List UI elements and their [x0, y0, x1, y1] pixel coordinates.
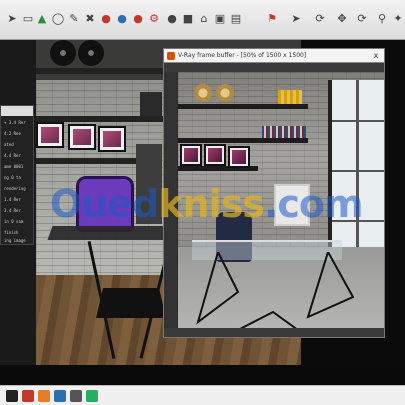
material-icon[interactable]: ● [116, 12, 128, 25]
move-icon[interactable]: ✥ [336, 12, 348, 25]
camera-icon[interactable]: ■ [182, 12, 194, 25]
log-line: ng 0 ta [4, 175, 21, 180]
watermark-part: Oued [50, 182, 159, 226]
render-picture-frame [204, 144, 226, 166]
render-picture-frame [228, 146, 250, 168]
flag-icon[interactable]: ⚑ [266, 12, 278, 25]
decorative-plate [194, 84, 212, 102]
shelf-box [140, 92, 162, 116]
render-picture-frame [180, 144, 202, 166]
scissors-icon[interactable]: ✖ [84, 12, 96, 25]
log-line: 4.4 Rer [4, 153, 21, 158]
zoom-icon[interactable]: ⚲ [376, 12, 388, 25]
log-line: finish [4, 230, 19, 235]
watermark-part: kniss [158, 182, 265, 226]
vinyl-record [50, 40, 76, 66]
light-icon[interactable]: ● [166, 12, 178, 25]
render-shelf [178, 138, 308, 143]
folder-icon[interactable]: ▤ [230, 12, 242, 25]
window-icon[interactable]: ▣ [214, 12, 226, 25]
log-line: ated [4, 142, 14, 147]
log-line: 1.4 Rer [4, 197, 21, 202]
screen: ➤ ▭ ▲ ◯ ✎ ✖ ● ● ● ⚙ ● ■ ⌂ ▣ ▤ ⚑ ➤ ⟳ ✥ ⟳ … [0, 0, 405, 405]
render-desk-legs [196, 252, 355, 330]
app-icon[interactable] [22, 390, 34, 402]
log-line: 3.4 Rer [4, 208, 21, 213]
pencil-icon[interactable]: ✎ [68, 12, 80, 25]
watermark: Ouedkniss.com [50, 182, 364, 226]
tape-measure-icon[interactable]: ◯ [52, 12, 64, 25]
render-log-panel[interactable]: + 3.4 Rer 4.2 Ree ated 4.4 Rer ame 0001 … [0, 105, 34, 245]
log-line: 4.2 Ree [4, 131, 21, 136]
render-icon[interactable]: ● [100, 12, 112, 25]
pan-icon[interactable]: ✦ [392, 12, 404, 25]
picture-frame [68, 124, 96, 150]
teapot-icon[interactable]: ● [132, 12, 144, 25]
books [262, 126, 306, 138]
frame-buffer-statusbar[interactable] [164, 328, 384, 337]
picture-frame [98, 126, 126, 152]
log-line: in 0 sam [4, 219, 24, 224]
pointer-icon[interactable]: ➤ [290, 12, 302, 25]
vray-icon [167, 52, 175, 60]
frame-buffer-title: V-Ray frame buffer - [50% of 1500 x 1500… [178, 52, 307, 59]
home-icon[interactable]: ⌂ [198, 12, 210, 25]
select-icon[interactable]: ➤ [6, 12, 18, 25]
frame-buffer-toolbar[interactable] [164, 63, 384, 72]
watermark-part: .com [263, 182, 364, 226]
eraser-icon[interactable]: ▭ [22, 12, 34, 25]
sketchup-toolbar: ➤ ▭ ▲ ◯ ✎ ✖ ● ● ● ⚙ ● ■ ⌂ ▣ ▤ ⚑ ➤ ⟳ ✥ ⟳ … [0, 0, 405, 40]
decorative-plate [216, 84, 234, 102]
render-window [328, 80, 384, 260]
render-shelf [178, 104, 308, 109]
rotate-icon[interactable]: ⟳ [314, 12, 326, 25]
picture-frame [36, 122, 64, 148]
panel-titlebar[interactable] [1, 106, 33, 116]
shelf [36, 68, 166, 74]
glass-desk [47, 226, 173, 240]
vinyl-record [78, 40, 104, 66]
app-icon[interactable] [38, 390, 50, 402]
app-icon[interactable] [70, 390, 82, 402]
orbit-icon[interactable]: ⟳ [356, 12, 368, 25]
paint-bucket-icon[interactable]: ▲ [36, 12, 48, 25]
settings-icon[interactable]: ⚙ [148, 12, 160, 25]
shelf [36, 158, 146, 164]
frame-buffer-titlebar[interactable]: V-Ray frame buffer - [50% of 1500 x 1500… [164, 49, 384, 63]
books [278, 90, 302, 104]
taskbar [0, 385, 405, 405]
log-line: ame 0001 [4, 164, 24, 169]
status-band [0, 365, 405, 385]
log-line: ing image [4, 238, 26, 243]
log-line: + 3.4 Rer [4, 120, 26, 125]
app-icon[interactable] [86, 390, 98, 402]
close-button[interactable]: x [371, 51, 381, 61]
start-icon[interactable] [6, 390, 18, 402]
app-icon[interactable] [54, 390, 66, 402]
log-line: rendering [4, 186, 26, 191]
